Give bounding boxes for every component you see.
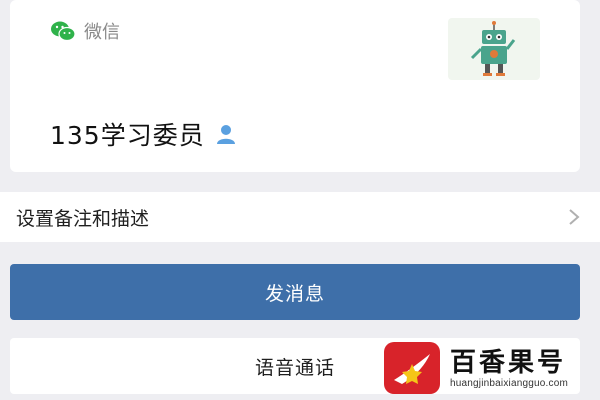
person-icon (216, 125, 235, 144)
display-name: 135学习委员 (50, 121, 205, 150)
watermark-logo-icon (384, 342, 440, 394)
set-remark-row[interactable]: 设置备注和描述 (0, 192, 600, 242)
name-row: 135学习委员 (50, 116, 237, 152)
watermark-title: 百香果号 (450, 347, 567, 378)
chevron-right-icon (569, 209, 580, 225)
send-message-button[interactable]: 发消息 (10, 264, 580, 320)
source-row: 微信 (50, 18, 120, 44)
watermark: 百香果号 huangjinbaixiangguo.com (382, 338, 590, 398)
source-label: 微信 (84, 22, 120, 43)
wechat-icon (51, 21, 76, 42)
watermark-text: 百香果号 huangjinbaixiangguo.com (450, 348, 568, 389)
robot-avatar (470, 21, 516, 76)
watermark-url: huangjinbaixiangguo.com (450, 377, 569, 389)
avatar[interactable] (448, 18, 540, 80)
set-remark-label: 设置备注和描述 (16, 207, 150, 230)
profile-card: 微信 135学习委员 (10, 0, 580, 172)
